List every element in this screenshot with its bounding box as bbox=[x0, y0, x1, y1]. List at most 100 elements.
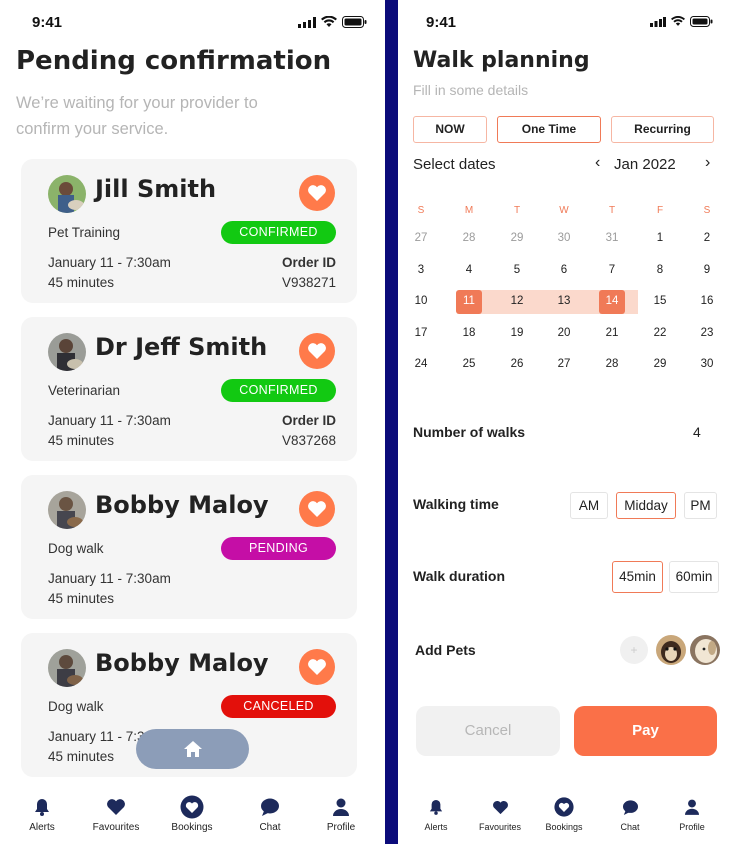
calendar-day[interactable]: 21 bbox=[599, 327, 625, 339]
status-badge: PENDING bbox=[221, 537, 336, 560]
profile-icon bbox=[333, 798, 349, 816]
next-month-button[interactable]: › bbox=[705, 154, 710, 172]
calendar-day[interactable]: 14 bbox=[599, 295, 625, 307]
provider-name: Jill Smith bbox=[95, 175, 217, 203]
tab-label: Alerts bbox=[424, 822, 448, 832]
mode-one-time-button[interactable]: One Time bbox=[497, 116, 601, 143]
mode-recurring-button[interactable]: Recurring bbox=[611, 116, 714, 143]
page-subtitle-line-1: We’re waiting for your provider to bbox=[16, 94, 258, 112]
status-badge: CONFIRMED bbox=[221, 221, 336, 244]
calendar-day[interactable]: 6 bbox=[551, 264, 577, 276]
calendar-day[interactable]: 9 bbox=[694, 264, 720, 276]
pet-avatar[interactable] bbox=[690, 635, 720, 665]
mode-now-button[interactable]: NOW bbox=[413, 116, 487, 143]
calendar-day[interactable]: 8 bbox=[647, 264, 673, 276]
favourite-heart-icon[interactable] bbox=[299, 649, 335, 685]
cancel-button[interactable]: Cancel bbox=[416, 706, 560, 756]
tab-bookings[interactable]: Bookings bbox=[532, 796, 596, 832]
calendar-day[interactable]: 12 bbox=[504, 295, 530, 307]
bottom-tab-bar: Alerts Favourites Bookings Chat Profile bbox=[0, 790, 385, 844]
booking-card[interactable]: Dr Jeff Smith Veterinarian CONFIRMED Jan… bbox=[21, 317, 357, 461]
calendar-day[interactable]: 2 bbox=[694, 232, 720, 244]
pay-button[interactable]: Pay bbox=[574, 706, 717, 756]
prev-month-button[interactable]: ‹ bbox=[595, 154, 600, 172]
favourite-heart-icon[interactable] bbox=[299, 333, 335, 369]
calendar-day[interactable]: 18 bbox=[456, 327, 482, 339]
calendar-day[interactable]: 30 bbox=[551, 232, 577, 244]
avatar bbox=[48, 491, 86, 529]
calendar-day[interactable]: 16 bbox=[694, 295, 720, 307]
calendar-day[interactable]: 20 bbox=[551, 327, 577, 339]
tab-alerts[interactable]: Alerts bbox=[10, 796, 74, 833]
weekday-label: S bbox=[417, 205, 425, 216]
page-subtitle-line-2: confirm your service. bbox=[16, 120, 169, 138]
tab-label: Bookings bbox=[545, 822, 583, 832]
status-bar: 9:41 bbox=[398, 12, 729, 34]
battery-icon bbox=[342, 16, 367, 28]
tab-favourites[interactable]: Favourites bbox=[84, 796, 148, 833]
walk-planning-screen: 9:41 Walk planning Fill in some details … bbox=[398, 0, 729, 844]
weekday-label: F bbox=[656, 205, 664, 216]
calendar-day[interactable]: 10 bbox=[408, 295, 434, 307]
booking-duration: 45 minutes bbox=[48, 749, 115, 764]
number-of-walks-label: Number of walks bbox=[413, 424, 526, 440]
booking-card[interactable]: Jill Smith Pet Training CONFIRMED Januar… bbox=[21, 159, 357, 303]
home-button[interactable] bbox=[136, 729, 249, 769]
calendar-day[interactable]: 13 bbox=[551, 295, 577, 307]
walking-time-label: Walking time bbox=[413, 496, 499, 512]
calendar-day[interactable]: 5 bbox=[504, 264, 530, 276]
calendar-day[interactable]: 15 bbox=[647, 295, 673, 307]
walking-time-am[interactable]: AM bbox=[570, 492, 608, 519]
calendar-day[interactable]: 3 bbox=[408, 264, 434, 276]
weekday-label: S bbox=[703, 205, 711, 216]
calendar-day[interactable]: 27 bbox=[551, 358, 577, 370]
status-time: 9:41 bbox=[426, 14, 457, 31]
calendar-day[interactable]: 4 bbox=[456, 264, 482, 276]
calendar-day[interactable]: 22 bbox=[647, 327, 673, 339]
walking-time-pm[interactable]: PM bbox=[684, 492, 717, 519]
calendar-day[interactable]: 1 bbox=[647, 232, 673, 244]
weekday-label: M bbox=[464, 205, 474, 216]
avatar bbox=[48, 175, 86, 213]
favourite-heart-icon[interactable] bbox=[299, 491, 335, 527]
pet-avatar[interactable] bbox=[656, 635, 686, 665]
calendar-day[interactable]: 29 bbox=[647, 358, 673, 370]
duration-60min[interactable]: 60min bbox=[669, 561, 719, 593]
calendar-day[interactable]: 23 bbox=[694, 327, 720, 339]
calendar-day[interactable]: 11 bbox=[456, 295, 482, 307]
calendar-day[interactable]: 31 bbox=[599, 232, 625, 244]
calendar-day[interactable]: 25 bbox=[456, 358, 482, 370]
avatar bbox=[48, 649, 86, 687]
tab-alerts[interactable]: Alerts bbox=[404, 796, 468, 832]
tab-favourites[interactable]: Favourites bbox=[468, 796, 532, 832]
wifi-icon bbox=[671, 16, 685, 26]
calendar-day[interactable]: 30 bbox=[694, 358, 720, 370]
month-label: Jan 2022 bbox=[614, 156, 676, 173]
calendar-day[interactable]: 26 bbox=[504, 358, 530, 370]
calendar-day[interactable]: 19 bbox=[504, 327, 530, 339]
booking-card[interactable]: Bobby Maloy Dog walk PENDING January 11 … bbox=[21, 475, 357, 619]
add-pet-button[interactable]: + bbox=[620, 636, 648, 664]
tab-bookings[interactable]: Bookings bbox=[160, 795, 224, 833]
calendar-day[interactable]: 27 bbox=[408, 232, 434, 244]
calendar-day[interactable]: 17 bbox=[408, 327, 434, 339]
tab-chat[interactable]: Chat bbox=[238, 796, 302, 833]
booking-date: January 11 - 7:30am bbox=[48, 571, 171, 586]
calendar-day[interactable]: 28 bbox=[456, 232, 482, 244]
duration-45min[interactable]: 45min bbox=[612, 561, 663, 593]
order-id-label: Order ID bbox=[281, 413, 336, 428]
number-of-walks-value[interactable]: 4 bbox=[693, 424, 701, 440]
tab-chat[interactable]: Chat bbox=[598, 796, 662, 832]
tab-profile[interactable]: Profile bbox=[660, 796, 724, 832]
home-icon bbox=[183, 741, 202, 757]
tab-profile[interactable]: Profile bbox=[309, 796, 373, 833]
favourite-heart-icon[interactable] bbox=[299, 175, 335, 211]
calendar-day[interactable]: 28 bbox=[599, 358, 625, 370]
calendar-day[interactable]: 24 bbox=[408, 358, 434, 370]
calendar-day[interactable]: 7 bbox=[599, 264, 625, 276]
booking-date: January 11 - 7:30am bbox=[48, 413, 171, 428]
tab-label: Favourites bbox=[92, 822, 140, 833]
walking-time-midday[interactable]: Midday bbox=[616, 492, 676, 519]
status-badge: CANCELED bbox=[221, 695, 336, 718]
calendar-day[interactable]: 29 bbox=[504, 232, 530, 244]
